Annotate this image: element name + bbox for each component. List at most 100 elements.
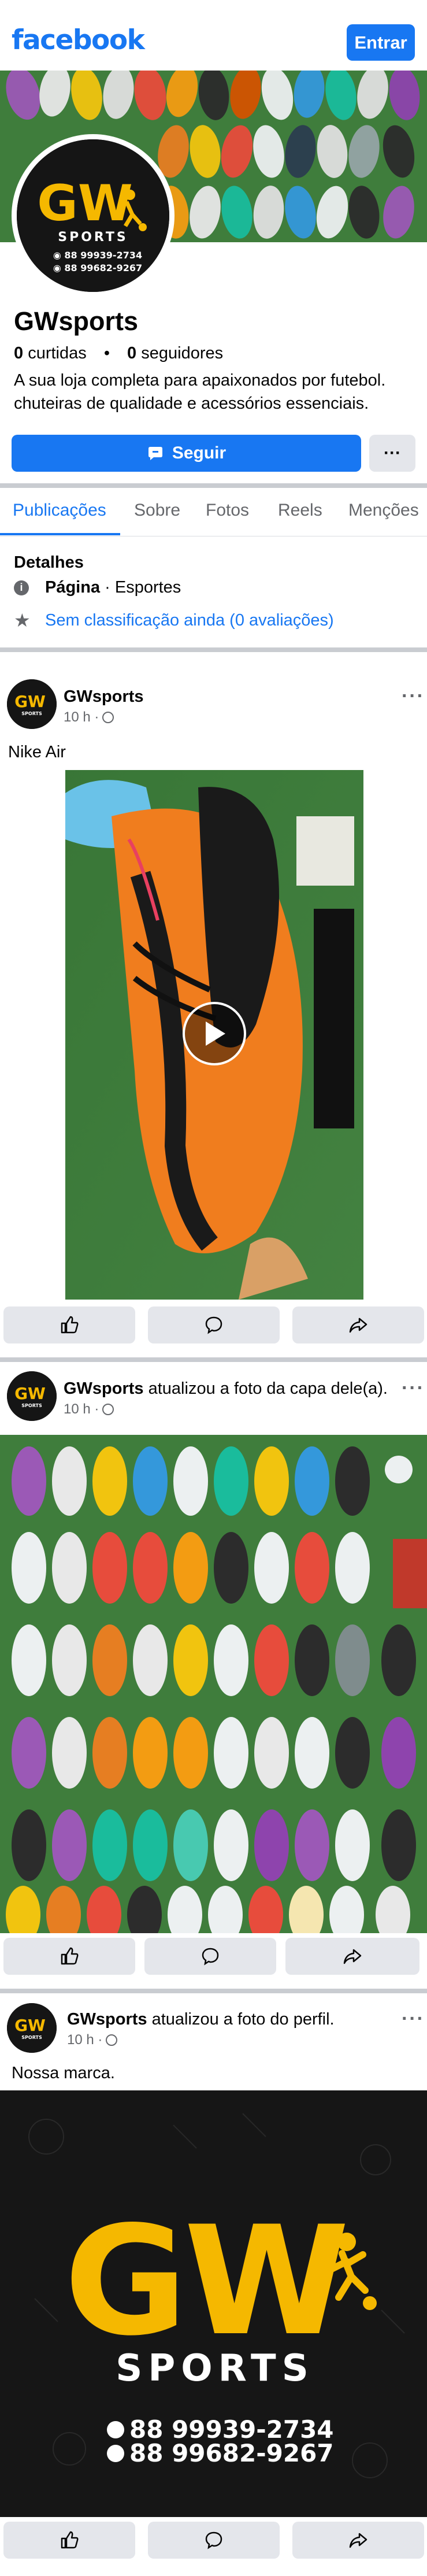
svg-text:SPORTS: SPORTS: [116, 2347, 314, 2390]
post-avatar[interactable]: GW SPORTS: [7, 1371, 57, 1421]
post-avatar[interactable]: GW SPORTS: [7, 679, 57, 729]
post-profile-photo[interactable]: GW SPORTS 88 99939-2734 88 99682-9267: [0, 2090, 427, 2517]
comment-button[interactable]: [144, 1938, 276, 1975]
post-more-button[interactable]: ···: [402, 2008, 425, 2030]
post-action: atualizou a foto do perfil.: [147, 2010, 335, 2029]
svg-text:88 99682-9267: 88 99682-9267: [129, 2439, 334, 2467]
section-divider: [0, 1357, 427, 1362]
share-button[interactable]: [292, 1306, 424, 1343]
post-time[interactable]: 10 h ·: [64, 709, 99, 726]
rating-link[interactable]: Sem classificação ainda (0 avaliações): [45, 611, 334, 630]
post-time[interactable]: 10 h ·: [67, 2032, 102, 2048]
post-meta: 10 h ·: [67, 2032, 118, 2048]
svg-text:SPORTS: SPORTS: [58, 230, 128, 245]
author-name[interactable]: GWsports: [67, 2010, 147, 2029]
gwsports-brand-image: GW SPORTS 88 99939-2734 88 99682-9267: [0, 2090, 427, 2517]
section-divider: [0, 647, 427, 652]
post-header: GW SPORTS GWsports atualizou a foto do p…: [0, 2003, 427, 2061]
tab-publicacoes[interactable]: Publicações: [13, 501, 106, 520]
gwsports-logo: GW SPORTS: [7, 1371, 57, 1421]
svg-text:GW: GW: [14, 2016, 46, 2035]
svg-text:◉ 88 99939-2734: ◉ 88 99939-2734: [53, 250, 142, 261]
comment-icon: [205, 2531, 222, 2549]
stats-separator: •: [103, 344, 110, 362]
globe-icon: [102, 1404, 114, 1415]
author-name[interactable]: GWsports: [64, 1379, 144, 1398]
comment-icon: [205, 1316, 222, 1334]
section-divider: [0, 1989, 427, 1993]
tab-mencoes[interactable]: Menções: [348, 501, 419, 520]
share-icon: [343, 1949, 362, 1964]
post-text: Nossa marca.: [12, 2064, 115, 2082]
detail-category: i Página · Esportes: [14, 578, 181, 597]
like-button[interactable]: [3, 2522, 135, 2559]
post-avatar[interactable]: GW SPORTS: [7, 2003, 57, 2053]
post-actions: [0, 1304, 427, 1346]
section-divider: [0, 483, 427, 488]
like-icon: [61, 1947, 79, 1965]
svg-text:GW: GW: [37, 175, 132, 232]
post-header: GW SPORTS GWsports atualizou a foto da c…: [0, 1371, 427, 1429]
page-title: GWsports: [14, 306, 139, 336]
follow-label: Seguir: [172, 443, 227, 462]
detail-rating: ★ Sem classificação ainda (0 avaliações): [14, 609, 334, 631]
author-name[interactable]: GWsports: [64, 687, 144, 706]
star-icon: ★: [14, 610, 31, 631]
post-meta: 10 h ·: [64, 709, 114, 726]
post-more-button[interactable]: ···: [402, 685, 425, 708]
post-author: GWsports atualizou a foto da capa dele(a…: [64, 1379, 388, 1398]
gwsports-logo: GW SPORTS: [7, 2003, 57, 2053]
cover-shoes-image: [0, 1435, 427, 1933]
globe-icon: [102, 712, 114, 723]
messenger-icon: [148, 447, 162, 460]
more-options-button[interactable]: ···: [369, 435, 415, 472]
share-button[interactable]: [285, 1938, 419, 1975]
page-bio: A sua loja completa para apaixonados por…: [14, 371, 386, 413]
post-action: atualizou a foto da capa dele(a).: [143, 1379, 388, 1398]
comment-button[interactable]: [148, 1306, 280, 1343]
svg-text:SPORTS: SPORTS: [21, 1403, 42, 1408]
login-button[interactable]: Entrar: [347, 24, 415, 61]
share-icon: [349, 1317, 367, 1333]
post-header: GW SPORTS GWsports 10 h · ···: [0, 679, 427, 737]
followers-label: seguidores: [141, 344, 224, 362]
page-category: · Esportes: [100, 578, 181, 597]
svg-text:GW: GW: [14, 692, 46, 711]
details-title: Detalhes: [14, 553, 84, 572]
post-actions: [0, 1935, 427, 1977]
svg-text:GW: GW: [64, 2194, 346, 2369]
like-button[interactable]: [3, 1938, 135, 1975]
top-bar: facebook Entrar: [0, 0, 427, 71]
like-icon: [61, 1316, 79, 1334]
tab-fotos[interactable]: Fotos: [206, 501, 249, 520]
tab-reels[interactable]: Reels: [278, 501, 322, 520]
tab-sobre[interactable]: Sobre: [134, 501, 180, 520]
followers-count: 0: [127, 344, 137, 362]
post-time[interactable]: 10 h ·: [64, 1401, 99, 1417]
page-type: Página: [45, 578, 101, 597]
info-icon: i: [14, 580, 29, 595]
active-tab-indicator: [0, 533, 120, 535]
share-icon: [349, 2533, 367, 2548]
gwsports-logo: GW SPORTS ◉ 88 99939-2734 ◉ 88 99682-926…: [17, 139, 169, 292]
profile-tabs: Publicações Sobre Fotos Reels Menções: [0, 490, 427, 536]
facebook-logo[interactable]: facebook: [12, 24, 145, 56]
svg-text:◉ 88 99682-9267: ◉ 88 99682-9267: [53, 262, 142, 273]
globe-icon: [106, 2034, 118, 2046]
post-more-button[interactable]: ···: [402, 1377, 425, 1400]
play-button[interactable]: [183, 1002, 246, 1065]
page-stats: 0 curtidas • 0 seguidores: [14, 344, 223, 363]
gwsports-logo: GW SPORTS: [7, 679, 57, 729]
post-author[interactable]: GWsports: [64, 687, 144, 706]
follow-button[interactable]: Seguir: [12, 435, 361, 472]
like-icon: [61, 2531, 79, 2549]
comment-button[interactable]: [148, 2522, 280, 2559]
post-text: Nike Air: [8, 743, 66, 761]
play-icon: [206, 1021, 225, 1046]
share-button[interactable]: [292, 2522, 424, 2559]
profile-picture[interactable]: GW SPORTS ◉ 88 99939-2734 ◉ 88 99682-926…: [17, 139, 169, 292]
post-author: GWsports atualizou a foto do perfil.: [67, 2010, 335, 2029]
post-cover-photo[interactable]: [0, 1435, 427, 1933]
like-button[interactable]: [3, 1306, 135, 1343]
video-frame: [0, 770, 427, 1300]
